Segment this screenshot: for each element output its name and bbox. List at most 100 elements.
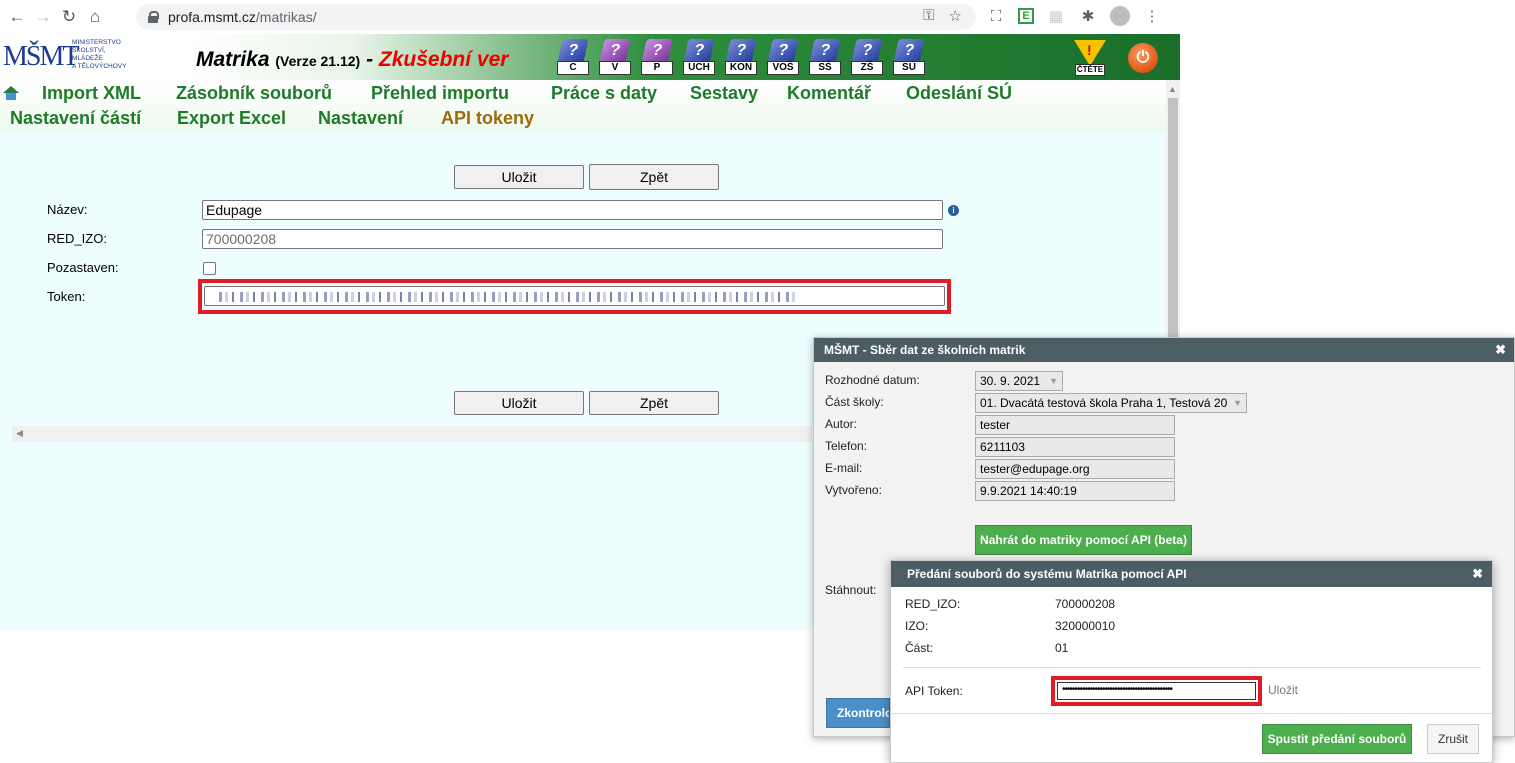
module-icon[interactable]: ? P: [641, 39, 673, 75]
paused-label: Pozastaven:: [47, 260, 119, 275]
menu-import-xml[interactable]: Import XML: [42, 83, 141, 104]
module-icon[interactable]: ? VOŠ: [767, 39, 799, 75]
ministry-name: MINISTERSTVO ŠKOLSTVÍ, MLÁDEŽE A TĚLOVÝC…: [72, 39, 127, 70]
module-icon-label: UCH: [683, 61, 715, 75]
token-input[interactable]: [204, 286, 945, 306]
back-arrow-icon[interactable]: ←: [4, 4, 30, 30]
key-icon[interactable]: ⚿: [923, 7, 934, 25]
module-icon-label: P: [641, 61, 673, 75]
chevron-down-icon: ▼: [1233, 398, 1242, 408]
module-icon-label: KON: [725, 61, 757, 75]
menu-file-stack[interactable]: Zásobník souborů: [176, 83, 332, 104]
reload-icon[interactable]: ↻: [56, 4, 82, 30]
menu-api-tokens[interactable]: API tokeny: [441, 108, 534, 129]
save-button-bottom[interactable]: Uložit: [454, 391, 584, 415]
name-label: Název:: [47, 202, 88, 217]
phone-field[interactable]: 6211103: [975, 437, 1175, 457]
token-highlight-box: [198, 279, 951, 314]
decisive-date-select[interactable]: 30. 9. 2021 ▼: [975, 371, 1063, 391]
footer-divider: [891, 713, 1492, 714]
info-icon[interactable]: i: [948, 205, 959, 216]
created-field[interactable]: 9.9.2021 14:40:19: [975, 481, 1175, 501]
redizo-value: 700000208: [1055, 597, 1116, 611]
token-blurred-value: [219, 292, 799, 302]
module-icon[interactable]: ? ZŠ: [851, 39, 883, 75]
close-icon[interactable]: ✖: [1495, 338, 1506, 362]
menu-reports[interactable]: Sestavy: [690, 83, 758, 104]
izo-value: 320000010: [1055, 619, 1116, 633]
menu-comment[interactable]: Komentář: [787, 83, 871, 104]
power-logout-icon[interactable]: ⏻: [1128, 43, 1158, 73]
module-icon[interactable]: ? C: [557, 39, 589, 75]
check-button[interactable]: Zkontrolovat: [826, 698, 890, 728]
module-icon[interactable]: ? KON: [725, 39, 757, 75]
warning-read-icon[interactable]: ! ČTĚTE: [1073, 40, 1107, 76]
module-icon[interactable]: ? SŠ: [809, 39, 841, 75]
forward-arrow-icon[interactable]: →: [30, 4, 56, 30]
author-field[interactable]: tester: [975, 415, 1175, 435]
puzzle-extensions-icon[interactable]: ✱: [1078, 6, 1098, 26]
screenshot-extension-icon[interactable]: ⛶: [986, 6, 1006, 26]
edupage-extension-icon[interactable]: E: [1018, 8, 1034, 24]
menu-import-overview[interactable]: Přehled importu: [371, 83, 509, 104]
module-icon[interactable]: ? SÚ: [893, 39, 925, 75]
save-token-link[interactable]: Uložit: [1268, 683, 1298, 697]
chevron-down-icon: ▼: [1049, 376, 1058, 386]
close-icon[interactable]: ✖: [1472, 561, 1483, 587]
browser-toolbar: ← → ↻ ⌂ profa.msmt.cz/matrikas/ ⚿ ☆ ⛶ E …: [0, 0, 1180, 34]
module-icons: ? C? V? P? UCH? KON? VOŠ? SŠ? ZŠ? SÚ: [557, 39, 925, 75]
author-label: Autor:: [825, 417, 858, 431]
module-icon-label: VOŠ: [767, 61, 799, 75]
phone-label: Telefon:: [825, 439, 868, 453]
cancel-button[interactable]: Zrušit: [1427, 724, 1479, 754]
module-icon-label: SŠ: [809, 61, 841, 75]
api-transfer-dialog-title: Předání souborů do systému Matrika pomoc…: [891, 561, 1492, 587]
redizo-label: RED_IZO:: [905, 597, 961, 611]
question-book-icon: ?: [767, 39, 799, 63]
menu-export-excel[interactable]: Export Excel: [177, 108, 286, 129]
email-label: E-mail:: [825, 461, 863, 475]
menu-kebab-icon[interactable]: ⋮: [1142, 6, 1162, 26]
redizo-input[interactable]: 700000208: [202, 229, 943, 249]
menu-data-work[interactable]: Práce s daty: [551, 83, 657, 104]
address-bar[interactable]: profa.msmt.cz/matrikas/ ⚿ ☆: [136, 4, 976, 30]
star-icon[interactable]: ☆: [949, 7, 962, 25]
created-label: Vytvořeno:: [825, 483, 882, 497]
api-token-label: API Token:: [905, 684, 963, 698]
home-menu-icon[interactable]: [3, 86, 19, 100]
name-input[interactable]: Edupage: [202, 200, 943, 220]
menu-part-settings[interactable]: Nastavení částí: [10, 108, 141, 129]
collection-dialog-title: MŠMT - Sběr dat ze školních matrik: [814, 338, 1514, 362]
question-book-icon: ?: [683, 39, 715, 63]
module-icon-label: ZŠ: [851, 61, 883, 75]
divider: [903, 667, 1481, 668]
horizontal-scrollbar[interactable]: ◀: [12, 426, 812, 442]
module-icon-label: C: [557, 61, 589, 75]
home-icon[interactable]: ⌂: [82, 4, 108, 30]
school-part-label: Část školy:: [825, 395, 884, 409]
module-icon[interactable]: ? UCH: [683, 39, 715, 75]
api-token-input[interactable]: ••••••••••••••••••••••••••••••••••••••••…: [1057, 682, 1256, 700]
part-value: 01: [1055, 641, 1069, 655]
api-transfer-dialog: Předání souborů do systému Matrika pomoc…: [890, 560, 1493, 763]
back-button-bottom[interactable]: Zpět: [589, 391, 719, 415]
paused-checkbox[interactable]: [203, 262, 216, 275]
question-book-icon: ?: [809, 39, 841, 63]
back-button-top[interactable]: Zpět: [589, 164, 719, 190]
grid-extension-icon[interactable]: ▦: [1046, 6, 1066, 26]
menu-send-su[interactable]: Odeslání SÚ: [906, 83, 1012, 104]
email-field[interactable]: tester@edupage.org: [975, 459, 1175, 479]
url-text: profa.msmt.cz/matrikas/: [168, 9, 317, 25]
question-book-icon: ?: [725, 39, 757, 63]
profile-avatar[interactable]: [1110, 6, 1130, 26]
module-icon-label: V: [599, 61, 631, 75]
menu-settings[interactable]: Nastavení: [318, 108, 403, 129]
school-part-select[interactable]: 01. Dvacátá testová škola Praha 1, Testo…: [975, 393, 1247, 413]
question-book-icon: ?: [557, 39, 589, 63]
app-header: MŠMT MINISTERSTVO ŠKOLSTVÍ, MLÁDEŽE A TĚ…: [0, 34, 1180, 80]
module-icon[interactable]: ? V: [599, 39, 631, 75]
start-transfer-button[interactable]: Spustit předání souborů: [1262, 724, 1412, 754]
save-button-top[interactable]: Uložit: [454, 165, 584, 189]
decisive-date-label: Rozhodné datum:: [825, 373, 920, 387]
upload-api-button[interactable]: Nahrát do matriky pomocí API (beta): [975, 525, 1192, 555]
